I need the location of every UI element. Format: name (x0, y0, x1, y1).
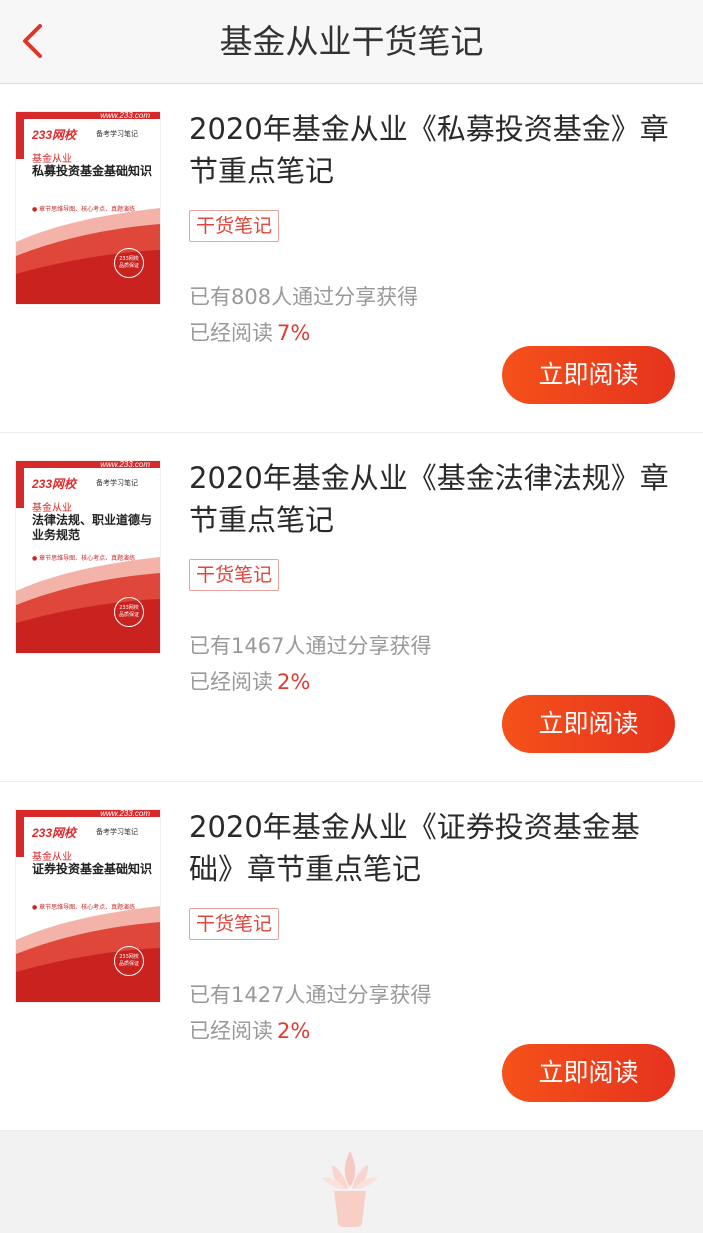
read-now-button[interactable]: 立即阅读 (502, 346, 675, 404)
cover-side-strip (16, 817, 24, 857)
category-tag: 干货笔记 (189, 908, 280, 940)
read-progress-label: 已经阅读 (189, 321, 273, 345)
read-progress-percent: 2% (277, 1019, 311, 1043)
read-progress: 已经阅读 7% (189, 317, 310, 347)
cover-tagline: 备考学习笔记 (96, 828, 138, 836)
cover-tagline: 备考学习笔记 (96, 479, 138, 487)
cover-side-strip (16, 119, 24, 159)
page-title: 基金从业干货笔记 (219, 22, 484, 61)
cover-seal-stamp: 233网校 品质保证 (114, 946, 144, 976)
cover-book-title: 法律法规、职业道德与业务规范 (32, 513, 153, 542)
item-title[interactable]: 2020年基金从业《基金法律法规》章节重点笔记 (189, 457, 679, 541)
book-cover: www.233.com 233网校 备考学习笔记 基金从业 法律法规、职业道德与… (16, 461, 160, 653)
cover-seal-stamp: 233网校 品质保证 (114, 597, 144, 627)
category-tag: 干货笔记 (189, 210, 280, 242)
category-tag: 干货笔记 (189, 559, 280, 591)
read-now-button[interactable]: 立即阅读 (502, 1044, 675, 1102)
plant-icon (322, 1151, 378, 1227)
cover-url: www.233.com (100, 112, 150, 120)
footer-area (0, 1131, 703, 1233)
cover-url: www.233.com (100, 461, 150, 469)
share-count-text: 已有1427人通过分享获得 (189, 983, 432, 1007)
read-now-button[interactable]: 立即阅读 (502, 695, 675, 753)
item-title[interactable]: 2020年基金从业《证券投资基金基础》章节重点笔记 (189, 806, 679, 890)
cover-subject: 基金从业 (32, 154, 72, 165)
cover-url: www.233.com (100, 810, 150, 818)
cover-brand-logo: 233网校 (32, 128, 77, 142)
back-button[interactable] (10, 14, 54, 68)
list-item[interactable]: www.233.com 233网校 备考学习笔记 基金从业 法律法规、职业道德与… (0, 433, 703, 782)
cover-book-title: 私募投资基金基础知识 (32, 164, 153, 178)
share-count-text: 已有1467人通过分享获得 (189, 634, 432, 658)
read-progress: 已经阅读 2% (189, 666, 310, 696)
cover-subject: 基金从业 (32, 503, 72, 514)
read-progress-label: 已经阅读 (189, 670, 273, 694)
cover-side-strip (16, 468, 24, 508)
cover-tagline: 备考学习笔记 (96, 130, 138, 138)
cover-brand-logo: 233网校 (32, 477, 77, 491)
cover-book-title: 证券投资基金基础知识 (32, 862, 153, 876)
item-title[interactable]: 2020年基金从业《私募投资基金》章节重点笔记 (189, 108, 679, 192)
book-cover: www.233.com 233网校 备考学习笔记 基金从业 私募投资基金基础知识… (16, 112, 160, 304)
cover-seal-stamp: 233网校 品质保证 (114, 248, 144, 278)
read-progress-percent: 7% (277, 321, 311, 345)
notes-list: www.233.com 233网校 备考学习笔记 基金从业 私募投资基金基础知识… (0, 84, 703, 1131)
read-progress: 已经阅读 2% (189, 1015, 310, 1045)
cover-subject: 基金从业 (32, 852, 72, 863)
list-item[interactable]: www.233.com 233网校 备考学习笔记 基金从业 证券投资基金基础知识… (0, 782, 703, 1131)
read-progress-percent: 2% (277, 670, 311, 694)
read-progress-label: 已经阅读 (189, 1019, 273, 1043)
nav-bar: 基金从业干货笔记 (0, 0, 703, 84)
cover-brand-logo: 233网校 (32, 826, 77, 840)
chevron-left-icon (23, 24, 42, 58)
list-item[interactable]: www.233.com 233网校 备考学习笔记 基金从业 私募投资基金基础知识… (0, 84, 703, 433)
share-count-text: 已有808人通过分享获得 (189, 285, 419, 309)
book-cover: www.233.com 233网校 备考学习笔记 基金从业 证券投资基金基础知识… (16, 810, 160, 1002)
